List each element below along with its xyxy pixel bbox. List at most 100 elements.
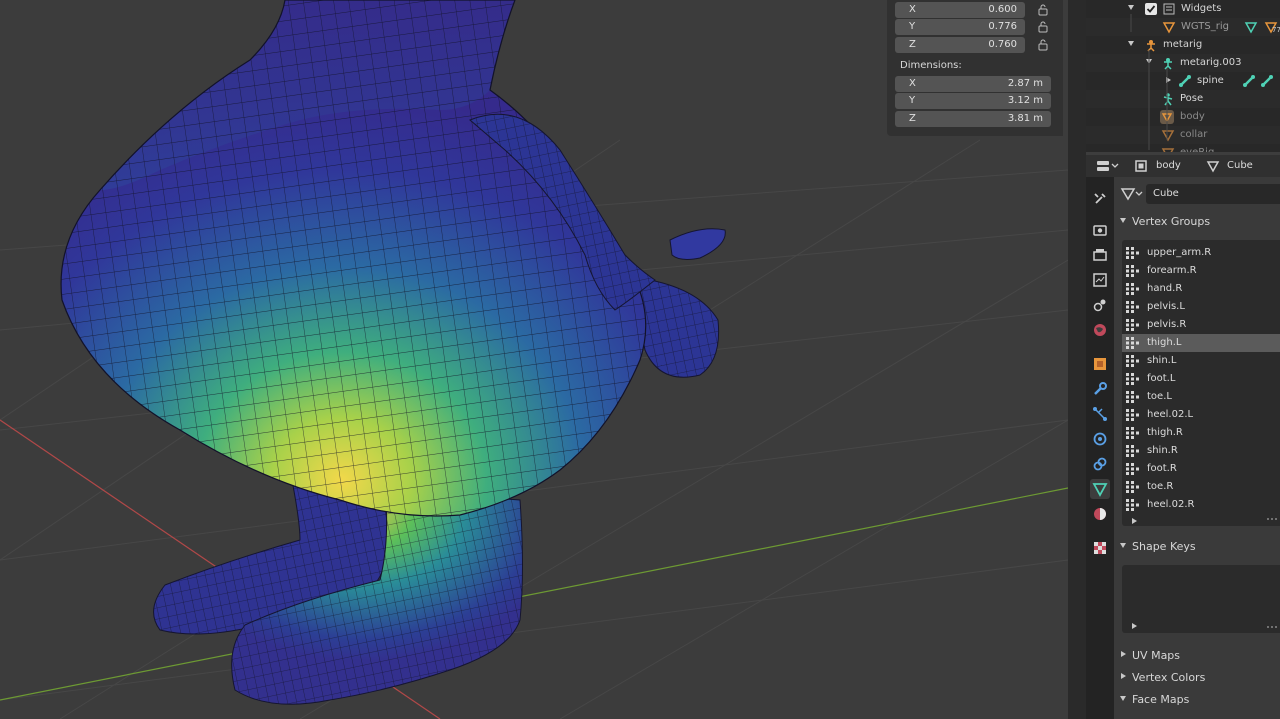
- vertex-group-icon: [1126, 301, 1139, 313]
- tab-constraints[interactable]: [1090, 454, 1110, 474]
- vertex-group-name: forearm.R: [1147, 265, 1197, 276]
- expand-right-icon[interactable]: [1132, 623, 1137, 629]
- dim-y-label: Y: [909, 95, 916, 106]
- vertex-groups-list[interactable]: upper_arm.R forearm.R hand.R pelvis.L pelvis…: [1122, 240, 1280, 526]
- vertex-group-name: heel.02.R: [1147, 499, 1195, 510]
- tab-render[interactable]: [1090, 220, 1110, 240]
- uv-maps-header[interactable]: UV Maps: [1114, 644, 1280, 666]
- vertex-group-row[interactable]: toe.L: [1122, 388, 1280, 406]
- vertex-group-icon: [1126, 355, 1139, 367]
- resize-handle-icon[interactable]: [1266, 624, 1278, 630]
- mesh-data-icon: [1206, 161, 1220, 173]
- vertex-group-row[interactable]: upper_arm.R: [1122, 244, 1280, 262]
- view-layer-icon: [1093, 273, 1107, 287]
- tab-particles[interactable]: [1090, 404, 1110, 424]
- dim-z-field[interactable]: Z 3.81 m: [895, 111, 1051, 127]
- vertex-group-row[interactable]: forearm.R: [1122, 262, 1280, 280]
- texture-icon: [1094, 542, 1106, 554]
- scale-x-row: X 0.600: [895, 2, 1051, 18]
- area-divider[interactable]: [1068, 0, 1086, 719]
- vertex-group-row[interactable]: foot.R: [1122, 460, 1280, 478]
- vertex-group-row[interactable]: thigh.L: [1122, 334, 1280, 352]
- lock-icon[interactable]: [1037, 39, 1049, 51]
- vertex-group-row[interactable]: pelvis.L: [1122, 298, 1280, 316]
- vertex-colors-header[interactable]: Vertex Colors: [1114, 666, 1280, 688]
- expand-down-icon: [1120, 696, 1126, 701]
- vertex-group-icon: [1126, 373, 1139, 385]
- tab-object[interactable]: [1090, 354, 1110, 374]
- vertex-group-name: heel.02.L: [1147, 409, 1194, 420]
- dimensions-label: Dimensions:: [900, 60, 962, 71]
- vertex-group-icon: [1126, 499, 1139, 511]
- scale-x-field[interactable]: X 0.600: [895, 2, 1025, 18]
- dim-y-value: 3.12 m: [1007, 95, 1043, 106]
- output-icon: [1093, 249, 1107, 261]
- vertex-group-row[interactable]: pelvis.R: [1122, 316, 1280, 334]
- vertex-group-icon: [1126, 283, 1139, 295]
- scale-z-field[interactable]: Z 0.760: [895, 37, 1025, 53]
- tab-texture[interactable]: [1090, 538, 1110, 558]
- constraints-icon: [1093, 457, 1107, 471]
- section-title: Shape Keys: [1132, 540, 1196, 553]
- scale-y-row: Y 0.776: [895, 19, 1051, 35]
- scale-y-field[interactable]: Y 0.776: [895, 19, 1025, 35]
- tab-modifiers[interactable]: [1090, 379, 1110, 399]
- particles-icon: [1093, 407, 1107, 421]
- expand-down-icon: [1120, 543, 1126, 548]
- dim-x-field[interactable]: X 2.87 m: [895, 76, 1051, 92]
- tab-output[interactable]: [1090, 245, 1110, 265]
- properties-header: body Cube: [1086, 155, 1280, 177]
- lock-icon[interactable]: [1037, 21, 1049, 33]
- mesh-data-icon[interactable]: [1120, 186, 1144, 202]
- vertex-groups-header[interactable]: Vertex Groups: [1114, 210, 1280, 232]
- tab-tool[interactable]: [1090, 189, 1110, 209]
- shape-keys-list[interactable]: [1122, 565, 1280, 633]
- vertex-group-row[interactable]: toe.R: [1122, 478, 1280, 496]
- object-icon: [1135, 160, 1147, 172]
- shape-keys-header[interactable]: Shape Keys: [1114, 535, 1280, 557]
- expand-right-icon: [1121, 651, 1126, 657]
- tab-world[interactable]: [1090, 320, 1110, 340]
- tool-icon: [1094, 193, 1106, 204]
- outliner-tree-lines: [1130, 14, 1168, 150]
- vertex-group-row[interactable]: heel.02.L: [1122, 406, 1280, 424]
- vertex-group-row[interactable]: heel.02.R: [1122, 496, 1280, 514]
- vertex-group-name: foot.L: [1147, 373, 1176, 384]
- tab-physics[interactable]: [1090, 429, 1110, 449]
- header-data-name[interactable]: Cube: [1227, 160, 1253, 171]
- physics-icon: [1093, 432, 1107, 446]
- header-object-name[interactable]: body: [1156, 160, 1181, 171]
- scale-y-value: 0.776: [988, 21, 1017, 32]
- world-icon: [1094, 324, 1106, 336]
- transform-panel: X 0.600 Y 0.776 Z 0.760 Dimensions: X 2.…: [887, 0, 1063, 136]
- vertex-group-row[interactable]: shin.L: [1122, 352, 1280, 370]
- face-maps-header[interactable]: Face Maps: [1114, 688, 1280, 710]
- vertex-group-name: hand.R: [1147, 283, 1183, 294]
- dim-y-field[interactable]: Y 3.12 m: [895, 93, 1051, 109]
- vertex-group-row[interactable]: thigh.R: [1122, 424, 1280, 442]
- vertex-group-icon: [1126, 427, 1139, 439]
- tab-material[interactable]: [1090, 504, 1110, 524]
- mesh-data-icon: [1092, 483, 1108, 497]
- scene-icon: [1093, 299, 1106, 312]
- outliner[interactable]: Widgets WGTS_rig 77 metarig metarig.003 …: [1086, 0, 1280, 152]
- datablock-name-field[interactable]: Cube: [1146, 184, 1280, 204]
- dim-x-label: X: [909, 78, 916, 89]
- expand-right-icon[interactable]: [1132, 518, 1137, 524]
- vertex-group-row[interactable]: foot.L: [1122, 370, 1280, 388]
- vertex-group-row[interactable]: shin.R: [1122, 442, 1280, 460]
- 3d-viewport[interactable]: X 0.600 Y 0.776 Z 0.760 Dimensions: X 2.…: [0, 0, 1068, 719]
- dim-z-value: 3.81 m: [1007, 113, 1043, 124]
- tab-scene[interactable]: [1090, 295, 1110, 315]
- tab-view-layer[interactable]: [1090, 270, 1110, 290]
- lock-icon[interactable]: [1037, 4, 1049, 16]
- editor-type-icon[interactable]: [1096, 159, 1120, 173]
- vertex-group-row[interactable]: hand.R: [1122, 280, 1280, 298]
- render-icon: [1093, 225, 1107, 236]
- scale-x-value: 0.600: [988, 4, 1017, 15]
- vertex-group-name: foot.R: [1147, 463, 1177, 474]
- mesh-datablock-selector: Cube: [1120, 184, 1280, 204]
- tab-data[interactable]: [1090, 479, 1110, 499]
- resize-handle-icon[interactable]: [1266, 516, 1278, 522]
- properties-panel[interactable]: Cube Vertex Groups upper_arm.R forearm.R h…: [1114, 177, 1280, 719]
